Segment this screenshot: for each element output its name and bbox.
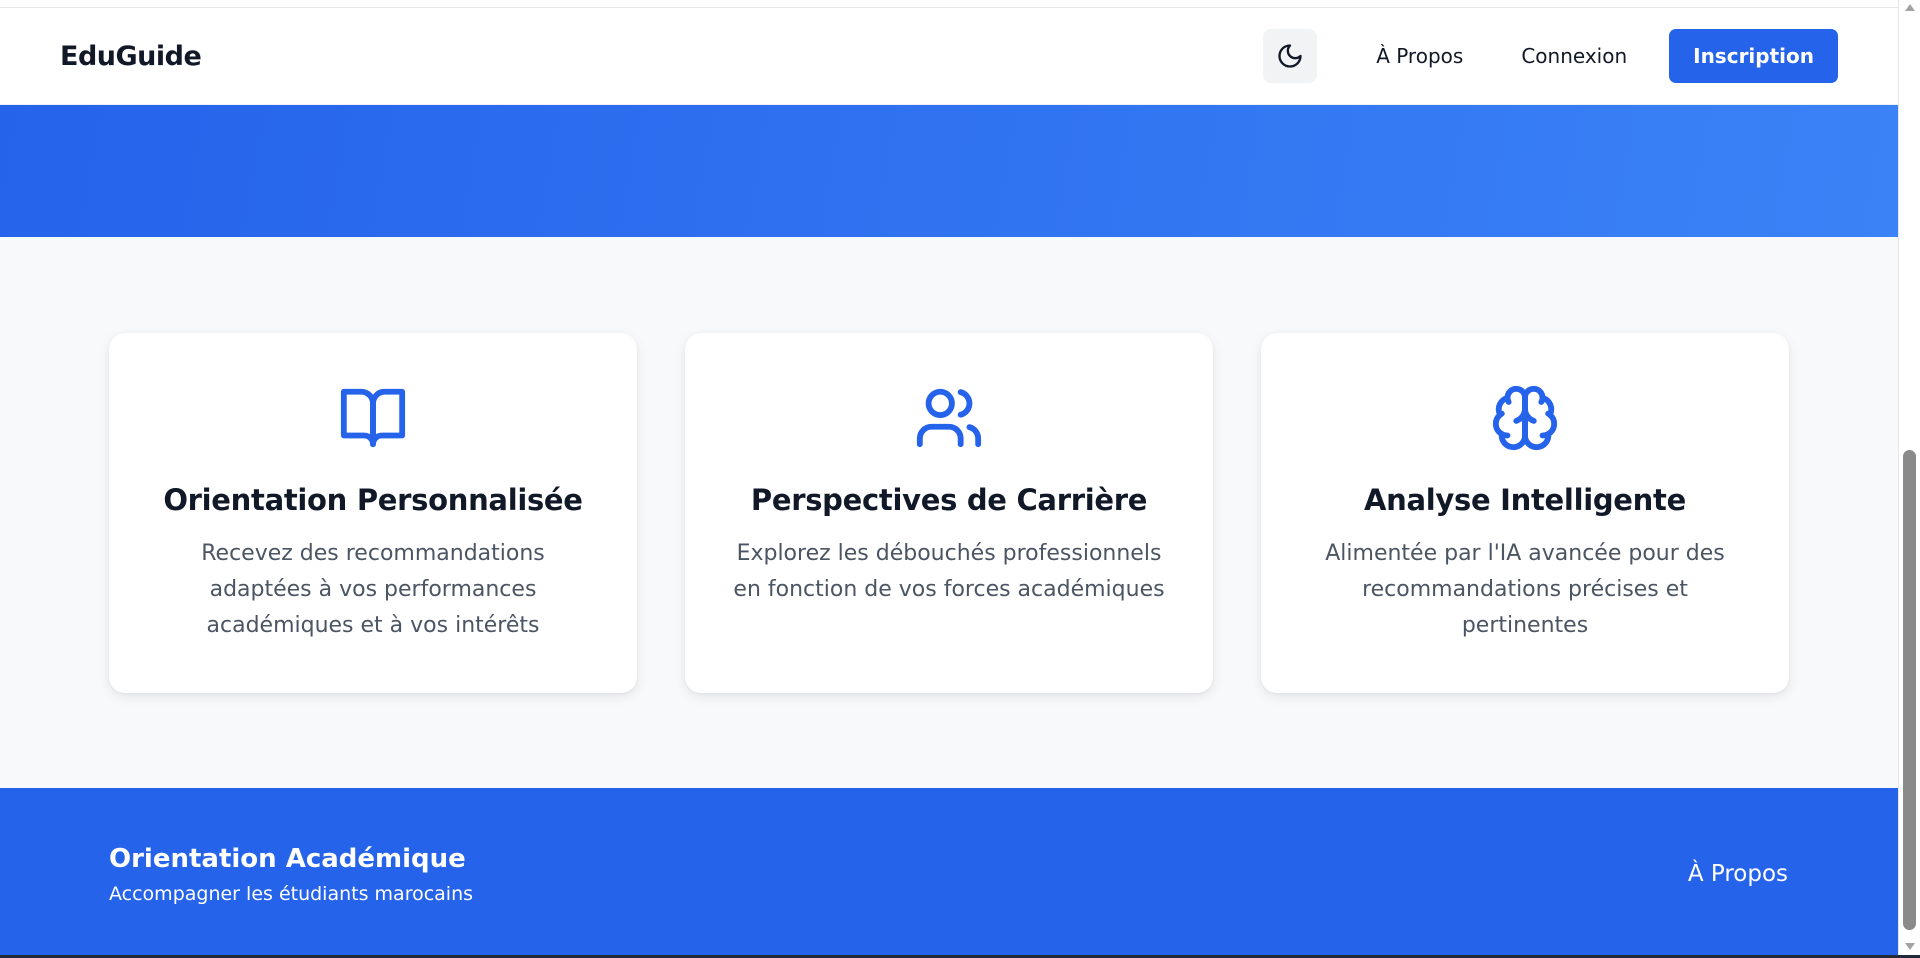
footer-about-link[interactable]: À Propos: [1688, 861, 1788, 887]
footer-subtitle: Accompagner les étudiants marocains: [109, 883, 474, 905]
feature-card-orientation: Orientation Personnalisée Recevez des re…: [109, 333, 637, 693]
footer: Orientation Académique Accompagner les é…: [0, 788, 1898, 958]
hero-banner: [0, 105, 1898, 237]
nav-login-link[interactable]: Connexion: [1492, 29, 1656, 83]
signup-button[interactable]: Inscription: [1669, 29, 1838, 83]
nav-actions: À Propos Connexion Inscription: [1263, 29, 1838, 83]
footer-title: Orientation Académique: [109, 844, 466, 874]
scroll-up-arrow-icon[interactable]: [1905, 4, 1915, 11]
top-border: [0, 0, 1898, 8]
brain-icon: [1490, 383, 1560, 453]
book-open-icon: [338, 383, 408, 453]
vertical-scrollbar[interactable]: [1898, 0, 1920, 958]
feature-card-career: Perspectives de Carrière Explorez les dé…: [685, 333, 1213, 693]
feature-description: Explorez les débouchés professionnels en…: [733, 541, 1165, 602]
feature-description: Alimentée par l'IA avancée pour des reco…: [1325, 541, 1725, 638]
scrollbar-thumb[interactable]: [1903, 450, 1916, 930]
feature-card-analysis: Analyse Intelligente Alimentée par l'IA …: [1261, 333, 1789, 693]
scroll-down-arrow-icon[interactable]: [1905, 943, 1915, 950]
page: EduGuide À Propos Connexion Inscription …: [0, 0, 1898, 958]
features-section: Orientation Personnalisée Recevez des re…: [109, 333, 1789, 693]
users-icon: [914, 383, 984, 453]
nav-about-link[interactable]: À Propos: [1347, 29, 1492, 83]
theme-toggle-button[interactable]: [1263, 29, 1318, 83]
moon-icon: [1278, 44, 1302, 68]
feature-title: Analyse Intelligente: [1364, 483, 1686, 517]
brand-logo[interactable]: EduGuide: [60, 41, 202, 72]
feature-description: Recevez des recommandations adaptées à v…: [201, 541, 545, 638]
feature-title: Orientation Personnalisée: [163, 483, 583, 517]
feature-title: Perspectives de Carrière: [750, 483, 1148, 517]
navbar: EduGuide À Propos Connexion Inscription: [0, 8, 1898, 105]
